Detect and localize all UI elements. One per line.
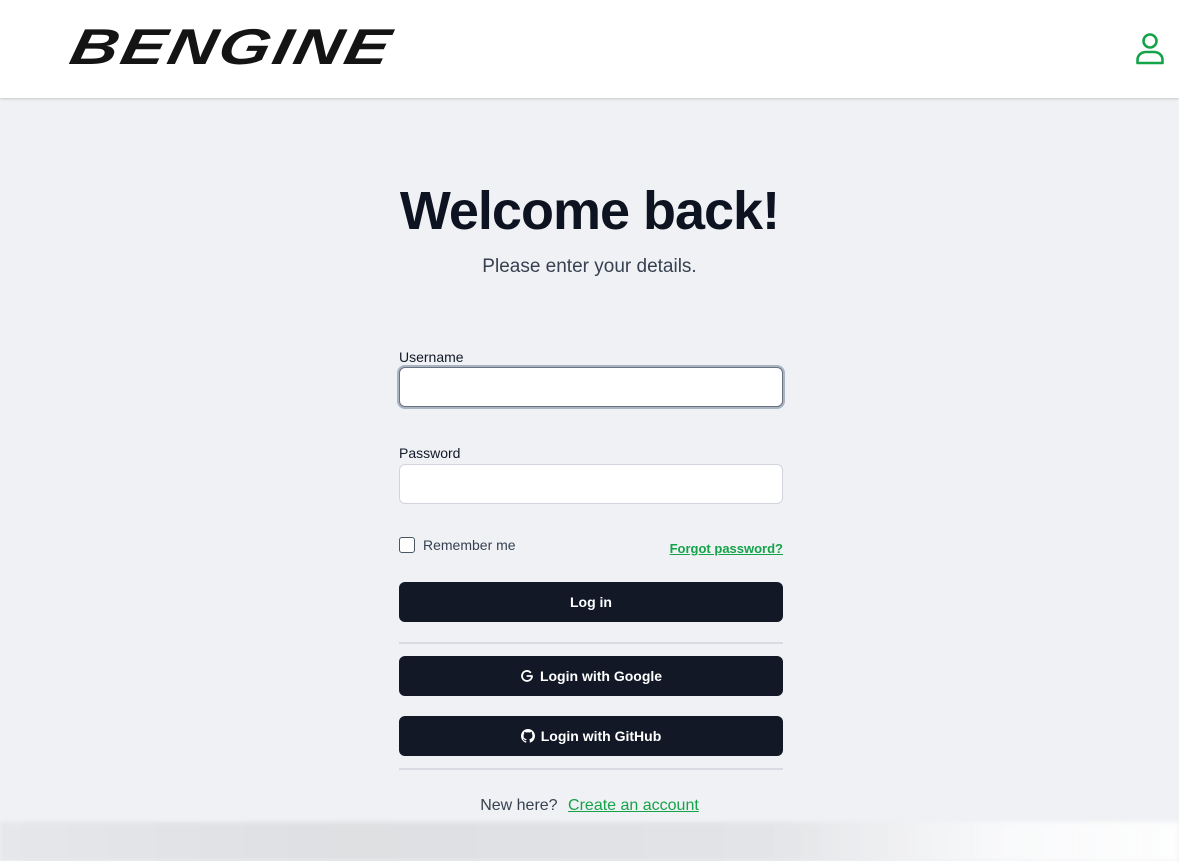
signup-prompt: New here? Create an account [0,796,1179,816]
bottom-edge-shadow [0,822,1179,861]
new-here-text: New here? [480,797,558,814]
login-with-google-button[interactable]: Login with Google [399,656,783,696]
user-account-button[interactable] [1133,30,1167,66]
google-icon [520,669,534,683]
login-button-label: Log in [570,594,612,610]
create-account-link[interactable]: Create an account [568,797,699,814]
password-input[interactable] [399,464,783,504]
password-label: Password [399,445,461,461]
github-button-label: Login with GitHub [540,728,662,744]
github-icon [520,729,535,743]
forgot-password-link[interactable]: Forgot password? [662,541,783,557]
google-button-label: Login with Google [539,668,663,684]
logo-text: BENGINE [65,19,399,76]
remember-me-checkbox[interactable] [399,537,415,553]
bengine-logo[interactable]: BENGINE [65,20,423,76]
remember-me-label[interactable]: Remember me [423,537,516,553]
top-navbar: BENGINE [0,0,1179,98]
username-input[interactable] [399,367,783,407]
user-icon [1136,32,1164,64]
divider [399,642,783,644]
page-title: Welcome back! [399,181,780,241]
remember-me-row: Remember me [399,536,516,554]
login-button[interactable]: Log in [399,582,783,622]
divider [399,768,783,770]
page-subtitle: Please enter your details. [482,256,697,277]
login-with-github-button[interactable]: Login with GitHub [399,716,783,756]
username-label: Username [399,349,464,365]
